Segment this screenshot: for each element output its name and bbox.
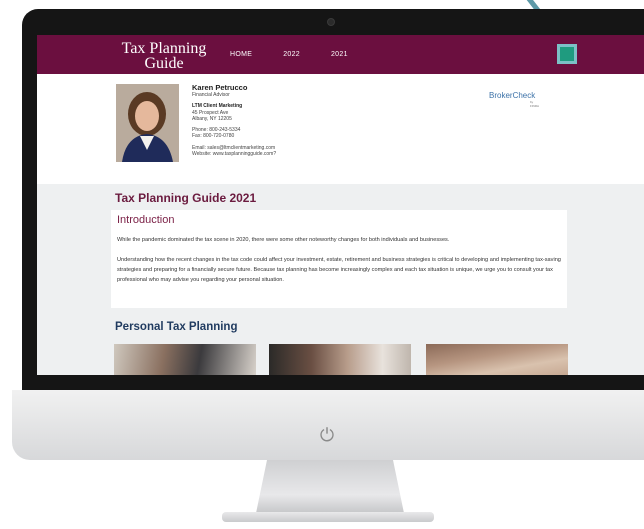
intro-paragraph-1: While the pandemic dominated the tax sce… [117,237,450,243]
site-header: Tax Planning Guide HOME 2022 2021 [37,35,644,74]
site-logo[interactable]: Tax Planning Guide [116,41,212,72]
monitor-mockup: Tax Planning Guide HOME 2022 2021 Karen … [0,0,644,529]
brokercheck-label: BrokerCheck [489,91,536,100]
main-nav: HOME 2022 2021 [230,51,348,58]
nav-item-home[interactable]: HOME [230,51,252,58]
advisor-name: Karen Petrucco [192,83,248,92]
camera-icon [327,18,335,26]
power-icon[interactable]: ⏻ [318,426,336,444]
nav-item-2021[interactable]: 2021 [331,51,348,58]
advisor-photo [116,84,179,162]
article-thumbnail-2[interactable] [269,344,411,375]
intro-paragraph-2: Understanding how the recent changes in … [117,257,561,284]
annotation-marker [557,44,577,64]
advisor-details: Karen Petrucco Financial Advisor LTM Cli… [192,83,412,157]
advisor-contact-card: Karen Petrucco Financial Advisor LTM Cli… [37,74,644,184]
intro-heading: Introduction [117,214,175,226]
nav-item-2022[interactable]: 2022 [283,51,300,58]
section-heading: Personal Tax Planning [115,321,238,333]
screen: Tax Planning Guide HOME 2022 2021 Karen … [37,35,644,375]
article-thumbnail-1[interactable] [114,344,256,375]
page-title: Tax Planning Guide 2021 [115,191,257,205]
article-thumbnail-3[interactable] [426,344,568,375]
intro-card: Introduction While the pandemic dominate… [111,210,567,308]
monitor-stand-base [222,512,434,522]
monitor-stand [255,460,405,518]
brokercheck-badge[interactable]: BrokerCheck by FINRA [489,91,539,108]
advisor-website[interactable]: Website: www.taxplanningguide.com? [192,151,412,157]
brokercheck-sub: by FINRA [530,100,539,108]
